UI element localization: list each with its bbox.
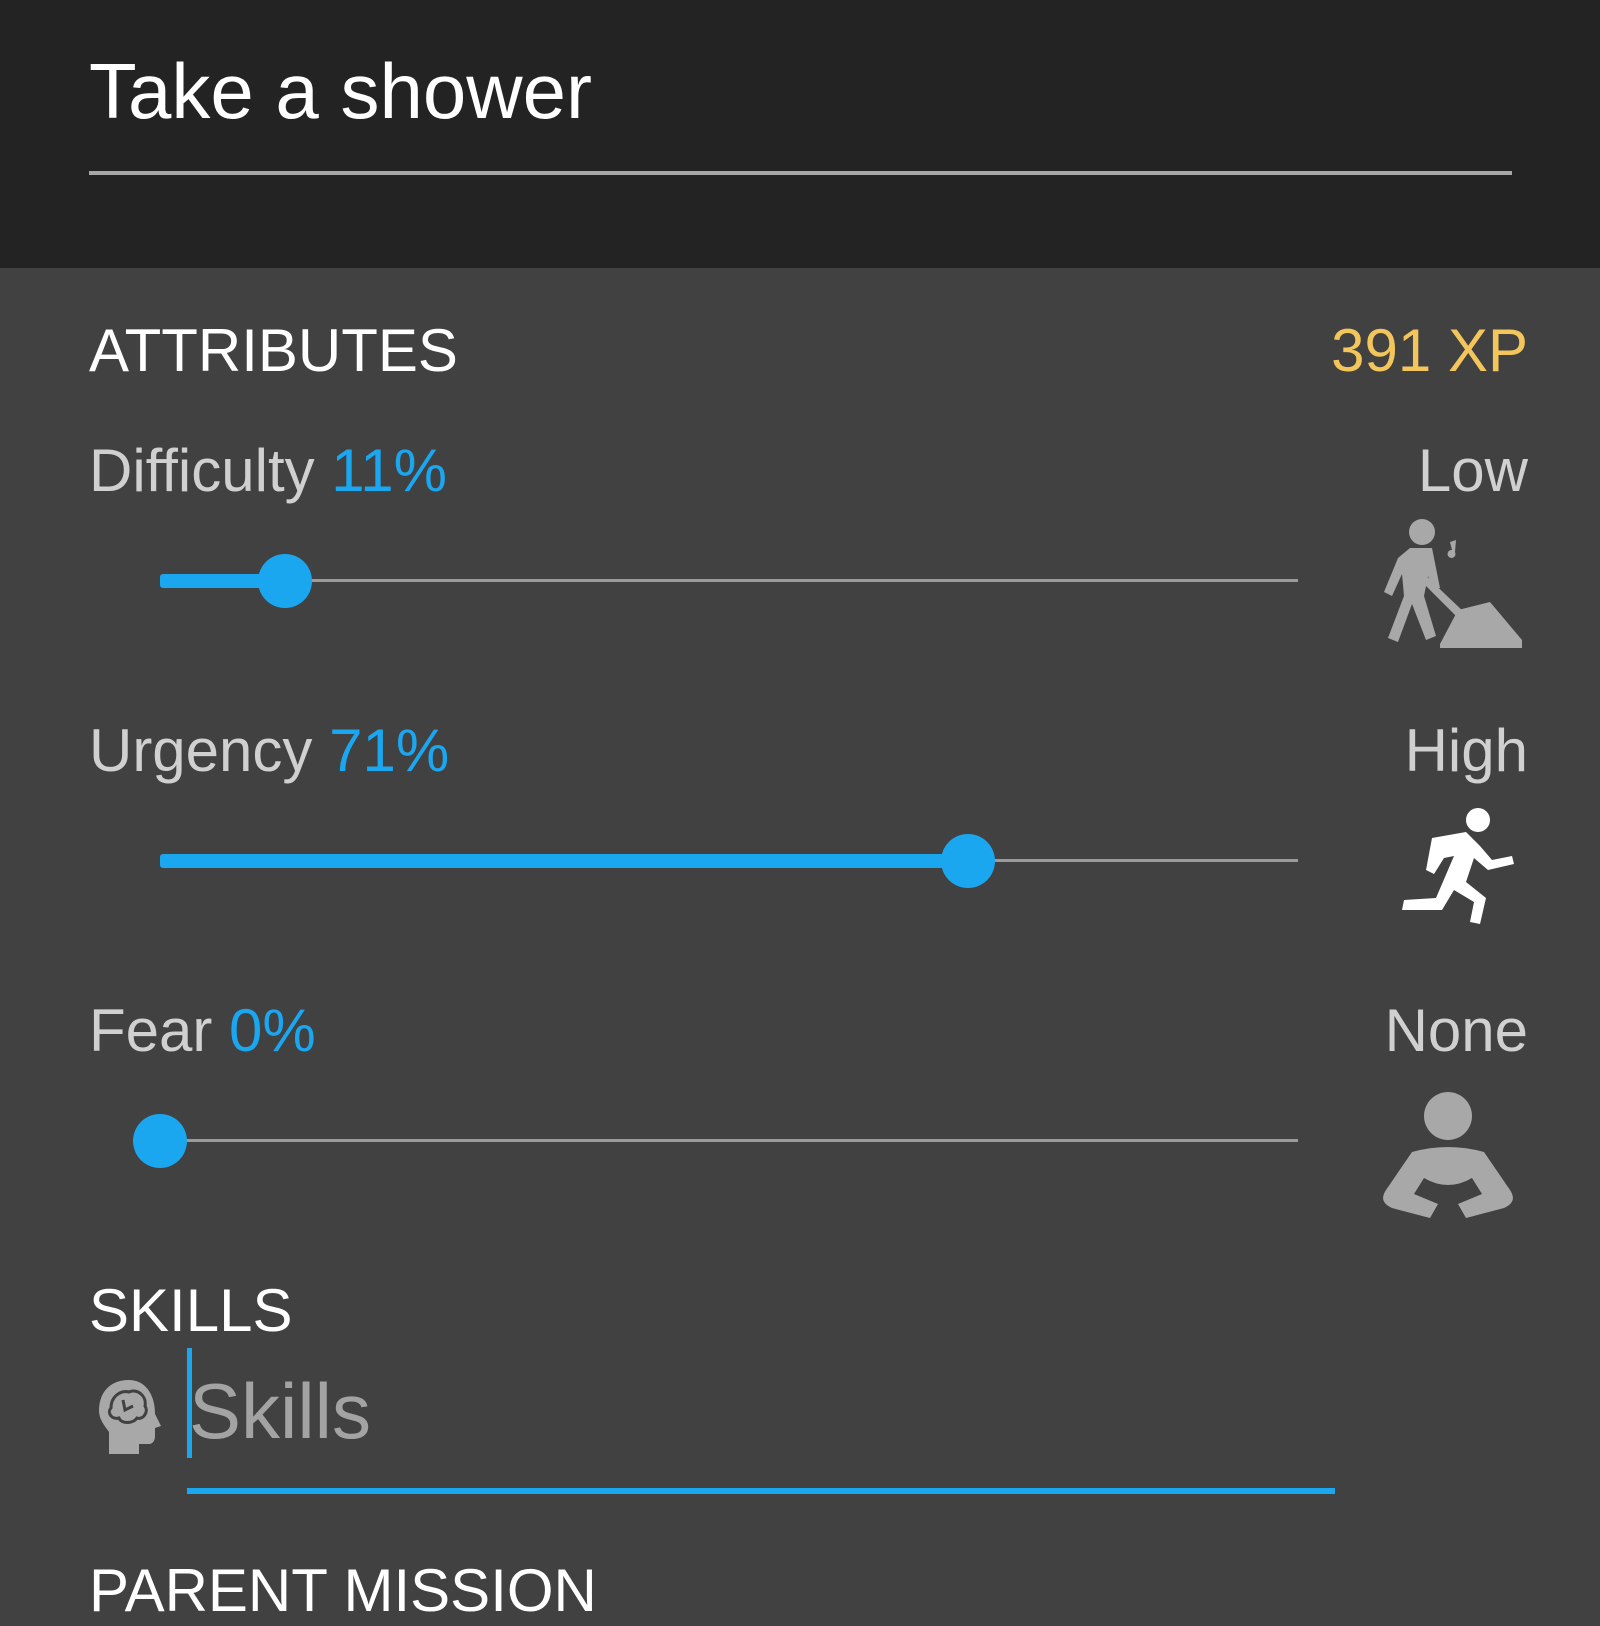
skills-row: Skills — [89, 1340, 1339, 1510]
urgency-label: Urgency 71% — [89, 716, 449, 786]
difficulty-slider-thumb[interactable] — [258, 554, 313, 608]
urgency-level: High — [1404, 717, 1528, 784]
urgency-slider-thumb[interactable] — [940, 834, 995, 888]
fear-slider-thumb[interactable] — [133, 1114, 187, 1168]
difficulty-label: Difficulty 11% — [89, 436, 447, 506]
fear-level: None — [1384, 997, 1528, 1064]
urgency-slider[interactable] — [160, 831, 1298, 891]
difficulty-percent: 11% — [331, 437, 447, 504]
task-title-input[interactable]: Take a shower — [89, 46, 1512, 136]
skills-header: SKILLS — [89, 1277, 293, 1344]
skills-input-underline — [187, 1488, 1335, 1494]
fear-slider[interactable] — [133, 1111, 1298, 1171]
fear-percent: 0% — [229, 997, 316, 1064]
fear-slider-track — [160, 1139, 1298, 1142]
skills-placeholder: Skills — [189, 1367, 372, 1455]
running-person-icon — [1362, 806, 1532, 946]
difficulty-label-text: Difficulty — [89, 437, 315, 504]
worker-digging-icon — [1362, 518, 1532, 658]
fear-label-text: Fear — [89, 997, 213, 1064]
task-title-underline — [89, 171, 1512, 175]
urgency-percent: 71% — [329, 717, 450, 784]
urgency-label-text: Urgency — [89, 717, 313, 784]
difficulty-slider[interactable] — [160, 551, 1298, 611]
difficulty-slider-track — [160, 579, 1298, 582]
xp-value: 391 XP — [1331, 317, 1528, 384]
brain-head-icon — [95, 1376, 165, 1456]
urgency-slider-fill — [160, 854, 968, 868]
fear-label: Fear 0% — [89, 996, 316, 1066]
difficulty-level: Low — [1417, 437, 1528, 504]
task-header: Take a shower — [0, 0, 1600, 268]
calm-person-icon — [1362, 1086, 1532, 1226]
skills-input[interactable]: Skills — [187, 1340, 1335, 1494]
parent-mission-header: PARENT MISSION — [89, 1557, 597, 1624]
attributes-header: ATTRIBUTES — [89, 317, 458, 384]
